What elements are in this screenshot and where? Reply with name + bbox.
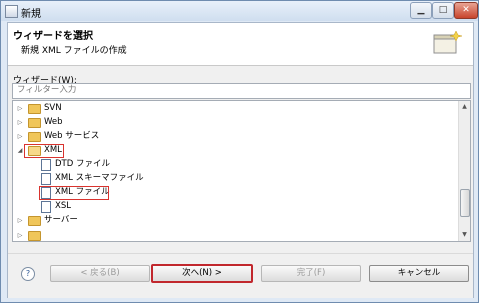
filter-field[interactable] <box>12 83 471 99</box>
maximize-button[interactable]: □ <box>432 2 454 19</box>
next-button[interactable]: 次へ(N) > <box>151 264 253 283</box>
title-bar[interactable]: 新規 ▁ □ ✕ <box>1 1 478 21</box>
wizard-banner: ウィザードを選択 新規 XML ファイルの作成 <box>8 23 473 66</box>
tree-item-label: DTD ファイル <box>55 159 110 169</box>
tree-item-xml-file[interactable]: XML ファイル <box>13 186 458 200</box>
tree-item-svn[interactable]: ▷ SVN <box>13 102 458 115</box>
scroll-down-icon[interactable]: ▼ <box>460 230 469 239</box>
folder-icon <box>28 132 41 142</box>
highlight-box <box>39 186 109 200</box>
tree-item-label: Web <box>44 117 63 127</box>
scroll-up-icon[interactable]: ▲ <box>460 102 469 111</box>
scroll-thumb[interactable] <box>460 189 470 217</box>
cancel-button[interactable]: キャンセル <box>369 265 469 282</box>
window-title: 新規 <box>21 9 41 20</box>
banner-title: ウィザードを選択 <box>13 31 93 42</box>
xsl-file-icon <box>41 201 51 213</box>
expand-arrow-icon[interactable]: ▷ <box>16 229 24 241</box>
tree-item-web[interactable]: ▷ Web <box>13 116 458 129</box>
tree-item-server[interactable]: ▷ サーバー <box>13 214 458 227</box>
new-wizard-dialog: 新規 ▁ □ ✕ ウィザードを選択 新規 XML ファイルの作成 ウィザード(W… <box>0 0 479 303</box>
expand-arrow-icon[interactable]: ▷ <box>16 130 24 143</box>
wizard-tree[interactable]: ▷ SVN ▷ Web ▷ Web サービス ◢ XML DTD ファイル XM… <box>12 100 471 242</box>
tree-item-label: XML スキーマファイル <box>55 173 144 183</box>
help-icon[interactable]: ? <box>21 267 35 281</box>
button-bar: ? < 戻る(B) 次へ(N) > 完了(F) キャンセル <box>8 253 473 298</box>
tree-item-web-services[interactable]: ▷ Web サービス <box>13 130 458 143</box>
expand-arrow-icon[interactable]: ▷ <box>16 214 24 227</box>
back-button[interactable]: < 戻る(B) <box>50 265 150 282</box>
xsd-file-icon <box>41 173 51 185</box>
dtd-file-icon <box>41 159 51 171</box>
expand-arrow-icon[interactable]: ▷ <box>16 102 24 115</box>
finish-button[interactable]: 完了(F) <box>261 265 361 282</box>
tree-scrollbar[interactable]: ▲ ▼ <box>458 101 470 241</box>
tree-item-xsl[interactable]: XSL <box>13 200 458 213</box>
folder-icon <box>28 216 41 226</box>
folder-icon <box>28 118 41 128</box>
tree-item-dtd-file[interactable]: DTD ファイル <box>13 158 458 171</box>
wizard-banner-icon <box>433 30 462 54</box>
tree-item-label: サーバー <box>44 215 78 225</box>
dialog-content: ウィザードを選択 新規 XML ファイルの作成 ウィザード(W): ▷ SVN … <box>7 22 474 298</box>
tree-item-clipped[interactable]: ▷ <box>13 229 458 241</box>
highlight-box <box>24 144 64 158</box>
tree-item-xml-schema-file[interactable]: XML スキーマファイル <box>13 172 458 185</box>
folder-icon <box>28 231 41 241</box>
expand-arrow-icon[interactable]: ▷ <box>16 116 24 129</box>
minimize-button[interactable]: ▁ <box>410 2 432 19</box>
collapse-arrow-icon[interactable]: ◢ <box>16 144 24 157</box>
filter-input[interactable] <box>13 84 461 96</box>
tree-item-label: Web サービス <box>44 131 100 141</box>
tree-item-xml[interactable]: ◢ XML <box>13 144 458 158</box>
banner-description: 新規 XML ファイルの作成 <box>21 46 127 56</box>
folder-icon <box>28 104 41 114</box>
tree-item-label: SVN <box>44 103 62 113</box>
close-button[interactable]: ✕ <box>454 2 478 19</box>
app-icon <box>5 5 18 18</box>
tree-item-label: XSL <box>55 201 71 211</box>
